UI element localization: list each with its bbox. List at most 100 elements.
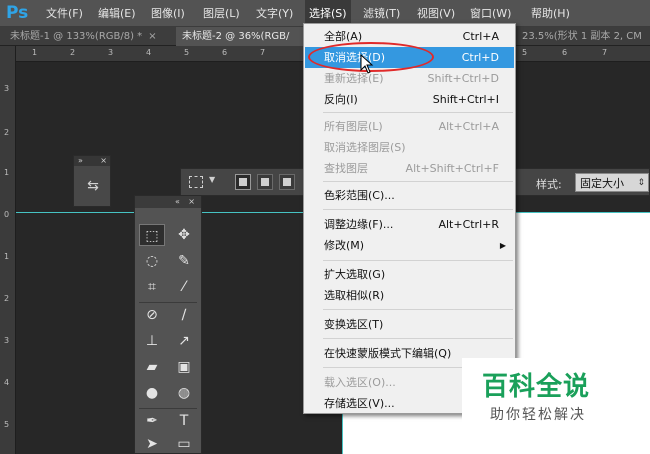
clone-stamp-tool-icon[interactable]: ⊥ bbox=[139, 330, 165, 352]
menu-separator bbox=[323, 338, 513, 339]
menu-separator bbox=[323, 181, 513, 182]
menu-item-grow[interactable]: 扩大选取(G) bbox=[305, 264, 514, 285]
menu-item-similar[interactable]: 选取相似(R) bbox=[305, 285, 514, 306]
tab-label: 未标题-2 @ 36%(RGB/ bbox=[182, 31, 290, 42]
ruler-tick-label: 7 bbox=[260, 48, 266, 57]
brush-tool-icon[interactable]: ∕ bbox=[171, 304, 197, 326]
gradient-tool-icon[interactable]: ▣ bbox=[171, 356, 197, 378]
menu-item-label: 载入选区(O)... bbox=[324, 376, 396, 389]
history-icon[interactable]: ⇆ bbox=[83, 176, 103, 196]
ruler-tick-label: 3 bbox=[4, 84, 10, 93]
watermark-title: 百科全说 bbox=[482, 372, 591, 402]
path-selection-tool-icon[interactable]: ➤ bbox=[139, 433, 165, 454]
subtract-from-selection-button[interactable] bbox=[279, 174, 295, 190]
mouse-cursor-icon bbox=[360, 54, 374, 74]
menu-item-all-layers[interactable]: 所有图层(L) Alt+Ctrl+A bbox=[305, 116, 514, 137]
menu-layer[interactable]: 图层(L) bbox=[199, 0, 244, 27]
tools-panel: «× ⬚ ✥ ◌ ✎ ⌗ ⁄ ⊘ ∕ ⊥ ↗ ▰ ▣ ● ◍ ✒ T ➤ ▭ bbox=[134, 195, 202, 454]
mini-panel: » × ⇆ bbox=[73, 155, 111, 207]
quick-selection-tool-icon[interactable]: ✎ bbox=[171, 250, 197, 272]
ruler-tick-label: 1 bbox=[4, 252, 10, 261]
history-brush-tool-icon[interactable]: ↗ bbox=[171, 330, 197, 352]
menu-item-shortcut: Ctrl+A bbox=[462, 30, 499, 43]
panel-header[interactable]: » × bbox=[74, 156, 110, 166]
menu-item-label: 取消选择图层(S) bbox=[324, 141, 406, 154]
lasso-tool-icon[interactable]: ◌ bbox=[139, 250, 165, 272]
type-tool-icon[interactable]: T bbox=[171, 410, 197, 432]
style-select-value: 固定大小 bbox=[580, 177, 624, 190]
ruler-tick-label: 5 bbox=[184, 48, 190, 57]
pen-tool-icon[interactable]: ✒ bbox=[139, 410, 165, 432]
healing-brush-tool-icon[interactable]: ⊘ bbox=[139, 304, 165, 326]
ruler-tick-label: 7 bbox=[602, 48, 608, 57]
eraser-tool-icon[interactable]: ▰ bbox=[139, 356, 165, 378]
menu-item-label: 在快速蒙版模式下编辑(Q) bbox=[324, 347, 452, 360]
blur-tool-icon[interactable]: ● bbox=[139, 382, 165, 404]
crop-tool-icon[interactable]: ⌗ bbox=[139, 276, 165, 298]
ruler-tick-label: 3 bbox=[108, 48, 114, 57]
ruler-tick-label: 5 bbox=[522, 48, 528, 57]
collapse-icon[interactable]: « bbox=[175, 196, 180, 208]
menu-item-find-layers[interactable]: 查找图层 Alt+Shift+Ctrl+F bbox=[305, 158, 514, 179]
vertical-ruler[interactable]: 3 2 1 0 1 2 3 4 5 bbox=[0, 46, 16, 454]
menu-item-shortcut: Alt+Ctrl+A bbox=[438, 120, 499, 133]
ruler-tick-label: 3 bbox=[4, 336, 10, 345]
ruler-tick-label: 2 bbox=[70, 48, 76, 57]
watermark: 百科全说 助你轻松解决 bbox=[462, 358, 630, 428]
menu-item-shortcut: Shift+Ctrl+D bbox=[427, 72, 499, 85]
tools-panel-header[interactable]: «× bbox=[135, 196, 201, 208]
menu-item-modify[interactable]: 修改(M) ▶ bbox=[305, 235, 514, 256]
menu-type[interactable]: 文字(Y) bbox=[252, 0, 297, 27]
rectangle-tool-icon[interactable]: ▭ bbox=[171, 433, 197, 454]
menu-item-shortcut: Shift+Ctrl+I bbox=[432, 93, 499, 106]
menu-item-reselect[interactable]: 重新选择(E) Shift+Ctrl+D bbox=[305, 68, 514, 89]
tab-label: 23.5%(形状 1 副本 2, CM bbox=[522, 31, 642, 42]
ruler-tick-label: 4 bbox=[4, 378, 10, 387]
tab-document-1[interactable]: 未标题-1 @ 133%(RGB/8) * × bbox=[4, 27, 170, 46]
ruler-tick-label: 1 bbox=[32, 48, 38, 57]
tab-label: 未标题-1 @ 133%(RGB/8) * bbox=[10, 31, 143, 42]
menu-image[interactable]: 图像(I) bbox=[147, 0, 189, 27]
ruler-tick-label: 2 bbox=[4, 128, 10, 137]
watermark-subtitle: 助你轻松解决 bbox=[490, 407, 586, 423]
menu-edit[interactable]: 编辑(E) bbox=[94, 0, 140, 27]
marquee-preset-icon[interactable] bbox=[189, 176, 203, 188]
menu-item-label: 选取相似(R) bbox=[324, 289, 385, 302]
menu-item-shortcut: Ctrl+D bbox=[461, 51, 499, 64]
menu-file[interactable]: 文件(F) bbox=[42, 0, 87, 27]
menu-item-label: 扩大选取(G) bbox=[324, 268, 386, 281]
menu-help[interactable]: 帮助(H) bbox=[527, 0, 574, 27]
menu-item-shortcut: Alt+Shift+Ctrl+F bbox=[405, 162, 499, 175]
menu-item-label: 查找图层 bbox=[324, 162, 368, 175]
menu-item-refine-edge[interactable]: 调整边缘(F)... Alt+Ctrl+R bbox=[305, 214, 514, 235]
dodge-tool-icon[interactable]: ◍ bbox=[171, 382, 197, 404]
close-icon[interactable]: × bbox=[148, 31, 156, 42]
close-icon[interactable]: × bbox=[100, 156, 107, 166]
menu-separator bbox=[323, 260, 513, 261]
close-icon[interactable]: × bbox=[188, 196, 195, 208]
ruler-tick-label: 0 bbox=[4, 210, 10, 219]
menu-item-deselect-layers[interactable]: 取消选择图层(S) bbox=[305, 137, 514, 158]
tab-document-2[interactable]: 未标题-2 @ 36%(RGB/ bbox=[176, 27, 306, 46]
eyedropper-tool-icon[interactable]: ⁄ bbox=[171, 276, 197, 298]
chevron-down-icon[interactable]: ▼ bbox=[209, 175, 215, 184]
select-menu-dropdown: 全部(A) Ctrl+A 取消选择(D) Ctrl+D 重新选择(E) Shift+C… bbox=[303, 23, 516, 414]
move-tool-icon[interactable]: ✥ bbox=[171, 224, 197, 246]
style-label: 样式: bbox=[536, 178, 562, 191]
menu-item-shortcut: Alt+Ctrl+R bbox=[438, 218, 499, 231]
tab-document-3[interactable]: 23.5%(形状 1 副本 2, CM bbox=[516, 27, 650, 46]
menu-item-label: 调整边缘(F)... bbox=[324, 218, 394, 231]
menu-item-transform-selection[interactable]: 变换选区(T) bbox=[305, 314, 514, 335]
menu-item-label: 变换选区(T) bbox=[324, 318, 384, 331]
ruler-tick-label: 6 bbox=[562, 48, 568, 57]
new-selection-button[interactable] bbox=[235, 174, 251, 190]
menu-item-label: 修改(M) bbox=[324, 239, 365, 252]
menu-item-color-range[interactable]: 色彩范围(C)... bbox=[305, 185, 514, 206]
updown-icon: ⇕ bbox=[637, 178, 645, 188]
add-to-selection-button[interactable] bbox=[257, 174, 273, 190]
ruler-tick-label: 5 bbox=[4, 420, 10, 429]
ruler-tick-label: 6 bbox=[222, 48, 228, 57]
style-select[interactable]: 固定大小 ⇕ bbox=[575, 173, 649, 192]
menu-item-inverse[interactable]: 反向(I) Shift+Ctrl+I bbox=[305, 89, 514, 110]
rectangular-marquee-tool-icon[interactable]: ⬚ bbox=[139, 224, 165, 246]
